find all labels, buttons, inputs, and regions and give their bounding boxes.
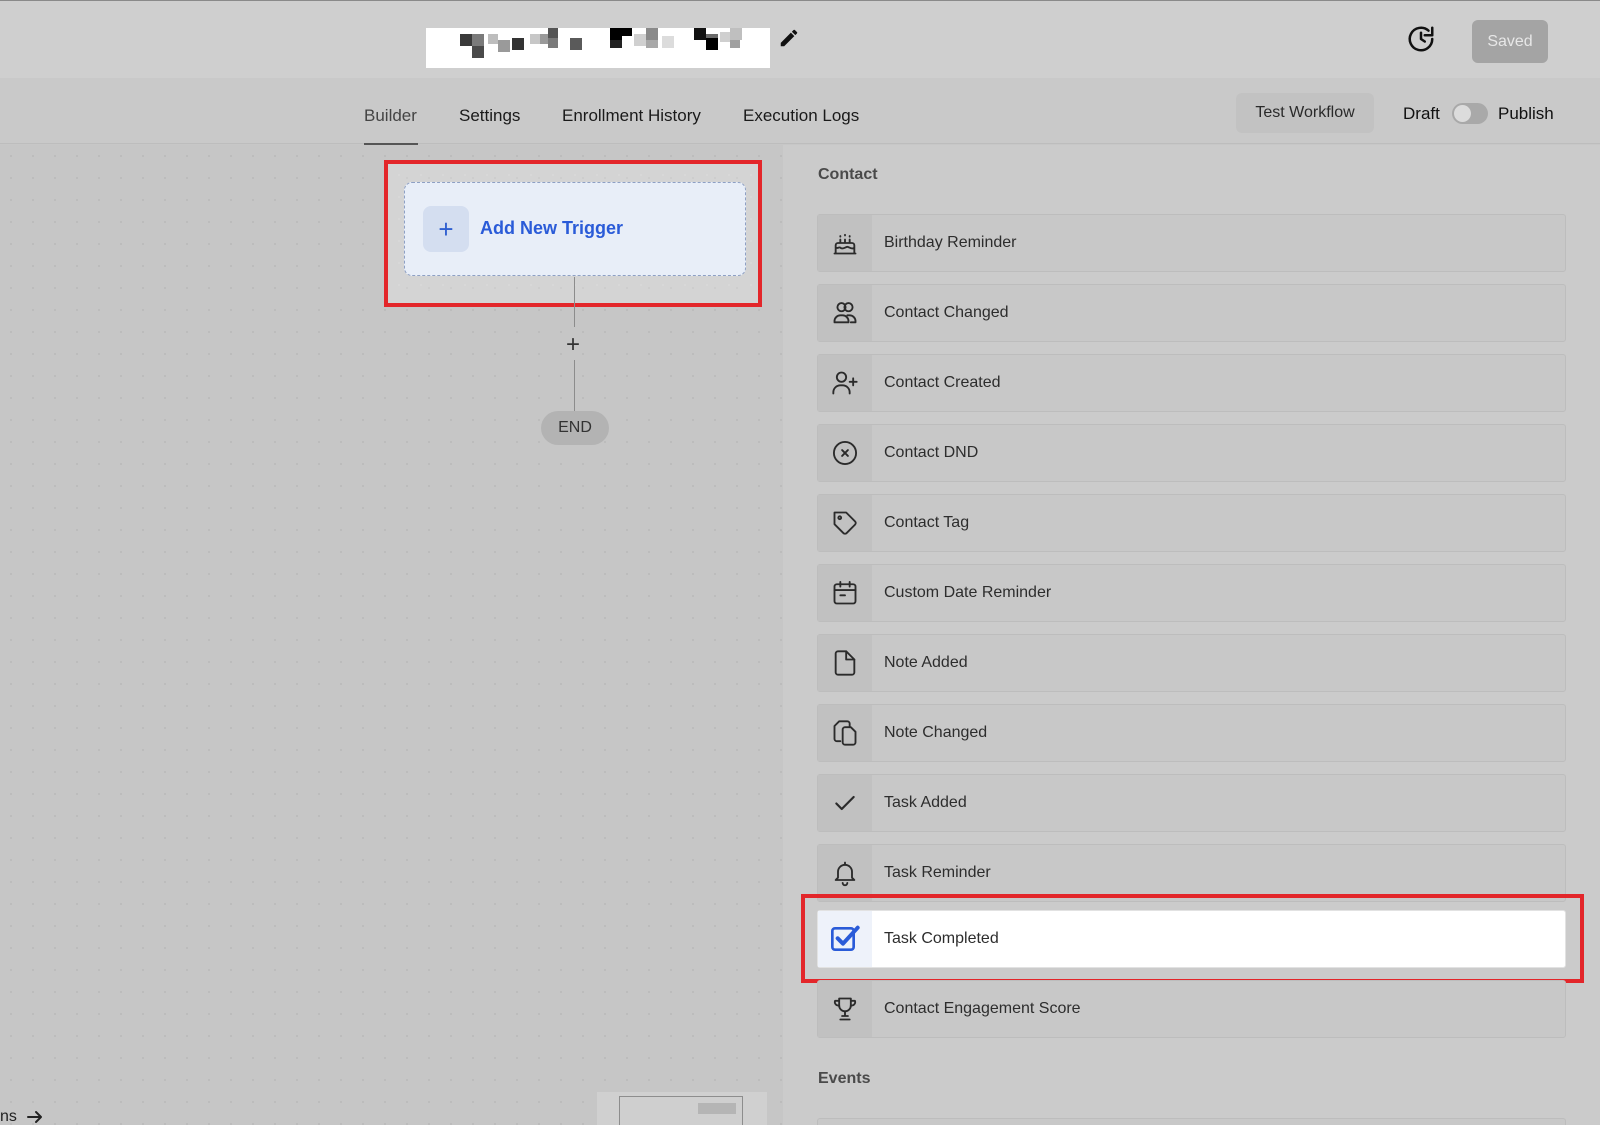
publish-label: Publish: [1498, 104, 1554, 123]
top-bar: [0, 0, 1600, 78]
trigger-item-label: Birthday Reminder: [884, 234, 1017, 251]
trigger-item-label: Contact Tag: [884, 514, 970, 531]
draft-label: Draft: [1403, 104, 1440, 123]
trigger-item-contact-changed[interactable]: Contact Changed: [817, 284, 1566, 342]
trigger-item-custom-date-reminder[interactable]: Custom Date Reminder: [817, 564, 1566, 622]
tab-execution-logs[interactable]: Execution Logs: [743, 106, 859, 126]
tab-enrollment-history[interactable]: Enrollment History: [562, 106, 701, 126]
trigger-item-label: Note Added: [884, 654, 968, 671]
user-plus-icon: [818, 355, 872, 411]
add-step-button[interactable]: +: [566, 331, 580, 359]
test-workflow-button[interactable]: Test Workflow: [1236, 93, 1374, 133]
trophy-icon: [818, 981, 872, 1037]
publish-toggle[interactable]: [1452, 103, 1488, 124]
selected-trigger-highlight-box: [801, 894, 1584, 983]
trigger-item-events-partial[interactable]: [817, 1118, 1566, 1125]
trigger-item-contact-created[interactable]: Contact Created: [817, 354, 1566, 412]
connector-line: [574, 277, 575, 327]
arrow-right-icon: [27, 1110, 43, 1124]
trigger-item-contact-tag[interactable]: Contact Tag: [817, 494, 1566, 552]
calendar-icon: [818, 565, 872, 621]
trigger-item-birthday-reminder[interactable]: Birthday Reminder: [817, 214, 1566, 272]
birthday-cake-icon: [818, 215, 872, 271]
users-icon: [818, 285, 872, 341]
file-icon: [818, 635, 872, 691]
bottom-left-link[interactable]: ns: [0, 1108, 43, 1125]
section-title-events: Events: [818, 1070, 871, 1087]
trigger-item-contact-engagement-score[interactable]: Contact Engagement Score: [817, 980, 1566, 1038]
trigger-item-task-added[interactable]: Task Added: [817, 774, 1566, 832]
connector-line: [574, 360, 575, 411]
trigger-item-label: Custom Date Reminder: [884, 584, 1052, 601]
section-title-contact: Contact: [818, 166, 878, 183]
add-new-trigger-label: Add New Trigger: [480, 218, 624, 238]
trigger-item-contact-dnd[interactable]: Contact DND: [817, 424, 1566, 482]
workflow-title-redacted[interactable]: [426, 28, 770, 68]
trigger-item-note-added[interactable]: Note Added: [817, 634, 1566, 692]
check-icon: [818, 775, 872, 831]
trigger-item-label: Contact Engagement Score: [884, 1000, 1081, 1017]
tag-icon: [818, 495, 872, 551]
minimap[interactable]: [597, 1092, 767, 1125]
tab-builder[interactable]: Builder: [364, 106, 417, 126]
bottom-left-text: ns: [0, 1108, 17, 1125]
saved-button[interactable]: Saved: [1472, 20, 1548, 63]
trigger-item-label: Contact DND: [884, 444, 979, 461]
end-node: END: [541, 411, 609, 445]
trigger-item-label: Task Reminder: [884, 864, 991, 881]
pencil-icon[interactable]: [778, 27, 800, 49]
trigger-item-note-changed[interactable]: Note Changed: [817, 704, 1566, 762]
toggle-knob: [1454, 105, 1471, 122]
history-icon[interactable]: [1406, 24, 1436, 54]
plus-icon: +: [423, 206, 469, 252]
add-new-trigger-card[interactable]: + Add New Trigger: [404, 182, 746, 276]
circle-x-icon: [818, 425, 872, 481]
trigger-item-label: Contact Changed: [884, 304, 1009, 321]
trigger-item-label: Note Changed: [884, 724, 988, 741]
files-icon: [818, 705, 872, 761]
tab-settings[interactable]: Settings: [459, 106, 520, 126]
trigger-item-label: Task Added: [884, 794, 967, 811]
bell-icon: [818, 845, 872, 901]
trigger-item-label: Contact Created: [884, 374, 1001, 391]
